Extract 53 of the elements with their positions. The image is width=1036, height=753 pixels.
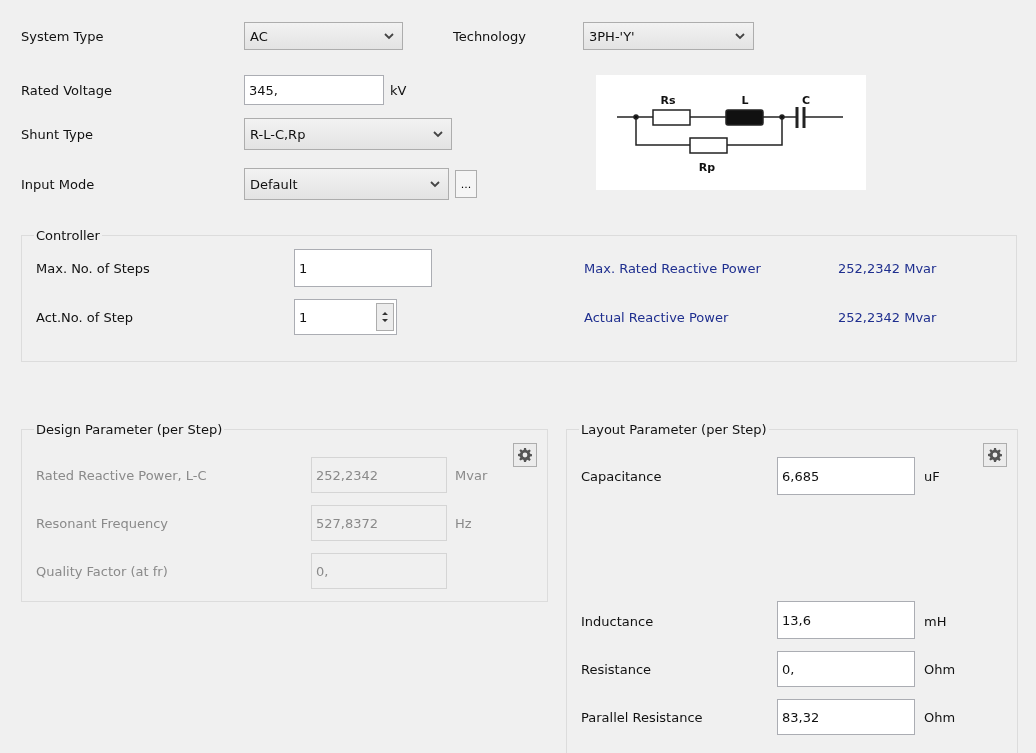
- field-label: Resistance: [581, 661, 653, 677]
- readout-value: 252,2342 Mvar: [838, 260, 938, 276]
- field-label: Parallel Resistance: [581, 709, 704, 725]
- component-label: Rp: [698, 161, 716, 174]
- chevron-down-icon: [433, 130, 443, 138]
- group-title: Controller: [35, 228, 101, 243]
- system-type-dropdown[interactable]: AC: [244, 22, 403, 50]
- gear-icon: [518, 448, 532, 462]
- chevron-down-icon: [430, 180, 440, 188]
- field-label: Input Mode: [21, 176, 96, 192]
- settings-button[interactable]: [983, 443, 1007, 467]
- parameter-field[interactable]: 0,: [777, 651, 915, 687]
- group-title: Design Parameter (per Step): [35, 422, 224, 437]
- field-label: Shunt Type: [21, 126, 95, 142]
- readout-label: Actual Reactive Power: [584, 309, 730, 325]
- field-label: Quality Factor (at fr): [36, 563, 169, 579]
- chevron-down-icon: [735, 32, 745, 40]
- field-label: Rated Voltage: [21, 82, 113, 98]
- parameter-field[interactable]: 83,32: [777, 699, 915, 735]
- parameter-field[interactable]: 6,685: [777, 457, 915, 495]
- rated-voltage-field[interactable]: 345,: [244, 75, 384, 105]
- chevron-down-icon: [384, 32, 394, 40]
- gear-icon: [988, 448, 1002, 462]
- unit-label: uF: [924, 468, 941, 484]
- parameter-field[interactable]: 13,6: [777, 601, 915, 639]
- unit-label: kV: [390, 82, 407, 98]
- unit-label: Hz: [455, 515, 473, 531]
- step-spinner[interactable]: 1: [294, 299, 397, 335]
- component-label: Rs: [660, 94, 676, 107]
- unit-label: Ohm: [924, 709, 957, 725]
- field-label: Rated Reactive Power, L-C: [36, 467, 208, 483]
- settings-button[interactable]: [513, 443, 537, 467]
- steps-field[interactable]: 1: [294, 249, 432, 287]
- field-label: Inductance: [581, 614, 655, 629]
- more-button[interactable]: ...: [455, 170, 477, 198]
- field-label: Technology: [453, 28, 527, 44]
- shunt-type-dropdown[interactable]: R-L-C,Rp: [244, 118, 452, 150]
- component-label: C: [801, 94, 811, 107]
- unit-label: Ohm: [924, 661, 957, 677]
- field-label: System Type: [21, 28, 105, 44]
- group-title: Layout Parameter (per Step): [580, 422, 768, 437]
- readout-value: 252,2342 Mvar: [838, 309, 938, 325]
- field-label: Capacitance: [581, 468, 663, 484]
- input-mode-dropdown[interactable]: Default: [244, 168, 449, 200]
- field-label: Max. No. of Steps: [36, 260, 151, 276]
- unit-label: Mvar: [455, 467, 489, 483]
- component-label: L: [741, 94, 749, 107]
- technology-dropdown[interactable]: 3PH-'Y': [583, 22, 754, 50]
- readout-label: Max. Rated Reactive Power: [584, 260, 762, 276]
- spin-arrows-icon[interactable]: [376, 303, 394, 331]
- field-label: Act.No. of Step: [36, 309, 135, 325]
- unit-label: mH: [924, 614, 948, 629]
- field-label: Resonant Frequency: [36, 515, 169, 531]
